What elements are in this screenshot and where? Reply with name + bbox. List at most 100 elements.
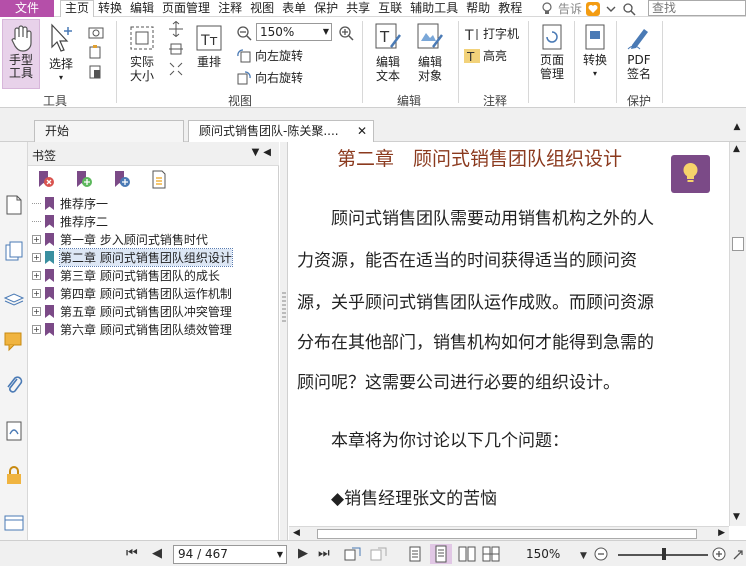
ribbon-search-input[interactable]: 查找 xyxy=(648,0,746,16)
zoom-select[interactable]: 150% ▼ xyxy=(256,23,332,41)
bookmark-item[interactable]: + 第三章 顾问式销售团队的成长 xyxy=(32,266,272,284)
tips-button[interactable] xyxy=(671,155,710,193)
snapshot-tools[interactable] xyxy=(86,25,106,79)
add-bookmark-icon[interactable] xyxy=(74,170,94,190)
bookmark-options-icon[interactable] xyxy=(150,170,170,190)
rotate-left-button[interactable]: 向左旋转 xyxy=(236,47,303,64)
panel-controls[interactable]: ▼◀ xyxy=(252,147,275,158)
document-view[interactable]: 第二章 顾问式销售团队组织设计 顾问式销售团队需要动用销售机构之外的人 力资源，… xyxy=(289,142,729,526)
page-manage-button[interactable]: 页面 管理 xyxy=(532,23,572,81)
zoom-in-icon[interactable] xyxy=(338,25,354,41)
close-icon[interactable]: ✕ xyxy=(357,121,367,141)
facing-pages-icon[interactable] xyxy=(458,546,476,562)
expand-toggle-icon[interactable]: + xyxy=(32,288,41,298)
bookmark-item[interactable]: + 第五章 顾问式销售团队冲突管理 xyxy=(32,302,272,320)
zoom-slider-thumb[interactable] xyxy=(662,548,666,560)
bookmark-item[interactable]: + 第二章 顾问式销售团队组织设计 xyxy=(32,247,272,267)
convert-button[interactable]: 转换 ▾ xyxy=(578,23,612,81)
menu-view[interactable]: 视图 xyxy=(246,0,278,17)
fit-buttons[interactable] xyxy=(166,21,186,77)
continuous-page-icon[interactable] xyxy=(430,544,452,564)
menu-home[interactable]: 主页 xyxy=(60,0,95,17)
menu-convert[interactable]: 转换 xyxy=(94,0,126,17)
attachment-icon[interactable] xyxy=(3,374,25,396)
zoom-out-icon[interactable] xyxy=(236,25,252,41)
scroll-right-icon[interactable]: ▶ xyxy=(718,528,725,538)
panel-splitter[interactable] xyxy=(280,142,288,540)
zoom-level[interactable]: 150% xyxy=(526,547,560,561)
add-child-bookmark-icon[interactable] xyxy=(112,170,132,190)
lock-icon[interactable] xyxy=(3,464,25,486)
zoom-out-icon[interactable] xyxy=(594,547,608,561)
tab-start[interactable]: 开始 xyxy=(34,120,184,142)
comments-icon[interactable] xyxy=(3,330,25,352)
edit-object-icon xyxy=(417,23,443,49)
tab-document[interactable]: 顾问式销售团队-陈关聚.... ✕ xyxy=(188,120,374,142)
expand-toggle-icon[interactable]: + xyxy=(32,234,41,244)
scroll-thumb[interactable] xyxy=(732,237,744,251)
scroll-left-icon[interactable]: ◀ xyxy=(293,528,300,538)
menu-tutorial[interactable]: 教程 xyxy=(494,0,526,17)
page-number-input[interactable]: 94 / 467 ▼ xyxy=(173,545,287,564)
file-menu[interactable]: 文件 xyxy=(0,0,54,17)
ribbon-search-icon[interactable] xyxy=(622,2,636,16)
expand-toggle-icon[interactable]: + xyxy=(32,306,41,316)
menu-help[interactable]: 帮助 xyxy=(462,0,494,17)
typewriter-button[interactable]: T 打字机 xyxy=(464,25,519,42)
prev-page-icon[interactable]: ◀ xyxy=(152,546,162,562)
menu-page-manage[interactable]: 页面管理 xyxy=(158,0,214,17)
actual-size-button[interactable]: 实际 大小 xyxy=(124,23,160,83)
menu-annotate[interactable]: 注释 xyxy=(214,0,246,17)
hand-tool-button[interactable]: 手型 工具 xyxy=(2,19,40,89)
bookmark-item[interactable]: 推荐序二 xyxy=(32,212,272,230)
last-page-icon[interactable]: ⏭ xyxy=(318,546,330,562)
rotate-right-button[interactable]: 向右旋转 xyxy=(236,69,303,86)
edit-object-button[interactable]: 编辑 对象 xyxy=(410,21,450,83)
hscroll-thumb[interactable] xyxy=(317,529,697,539)
scroll-up-icon[interactable]: ▲ xyxy=(733,144,740,154)
bookmark-item[interactable]: + 第六章 顾问式销售团队绩效管理 xyxy=(32,320,272,338)
scroll-down-icon[interactable]: ▼ xyxy=(733,512,740,522)
continuous-facing-icon[interactable] xyxy=(482,546,500,562)
reflow-button[interactable]: Tт 重排 xyxy=(192,23,226,69)
next-view-icon[interactable] xyxy=(370,546,388,562)
zoom-dropdown-icon[interactable]: ▼ xyxy=(580,548,587,564)
edit-text-button[interactable]: T 编辑 文本 xyxy=(370,21,406,83)
menu-share[interactable]: 共享 xyxy=(342,0,374,17)
select-button[interactable]: 选择 ▾ xyxy=(46,23,76,85)
menu-protect[interactable]: 保护 xyxy=(310,0,342,17)
menu-form[interactable]: 表单 xyxy=(278,0,310,17)
chevron-down-icon[interactable] xyxy=(604,2,618,16)
expand-toggle-icon[interactable]: + xyxy=(32,270,41,280)
expand-icon[interactable] xyxy=(732,549,744,561)
signature-panel-icon[interactable] xyxy=(3,420,25,442)
menu-accessibility[interactable]: 辅助工具 xyxy=(406,0,462,17)
pdf-sign-button[interactable]: PDF 签名 xyxy=(620,23,658,81)
vertical-scrollbar[interactable]: ▲ ▼ xyxy=(729,142,746,526)
heart-icon[interactable] xyxy=(586,1,601,16)
first-page-icon[interactable]: ⏮ xyxy=(126,546,138,562)
menu-edit[interactable]: 编辑 xyxy=(126,0,158,17)
bookmark-item[interactable]: + 第一章 步入顾问式销售时代 xyxy=(32,230,272,248)
bookmark-item[interactable]: 推荐序一 xyxy=(32,194,272,212)
form-fields-icon[interactable] xyxy=(3,512,25,534)
zoom-in-icon[interactable] xyxy=(712,547,726,561)
hand-icon xyxy=(11,25,32,52)
expand-toggle-icon[interactable]: + xyxy=(32,324,41,334)
bookmark-item[interactable]: + 第四章 顾问式销售团队运作机制 xyxy=(32,284,272,302)
ribbon-collapse-icon[interactable]: ▲ xyxy=(731,122,743,134)
single-page-icon[interactable] xyxy=(408,546,422,562)
next-page-icon[interactable]: ▶ xyxy=(298,546,308,562)
delete-bookmark-icon[interactable] xyxy=(36,170,56,190)
expand-toggle-icon[interactable]: + xyxy=(32,252,41,262)
menu-connect[interactable]: 互联 xyxy=(374,0,406,17)
lightbulb-icon[interactable] xyxy=(540,1,554,16)
layers-icon[interactable] xyxy=(3,286,25,308)
bookmark-panel-icon[interactable] xyxy=(3,194,25,216)
tell-me-label[interactable]: 告诉 xyxy=(558,0,582,17)
thumbnails-icon[interactable] xyxy=(3,240,25,262)
previous-view-icon[interactable] xyxy=(344,546,362,562)
horizontal-scrollbar[interactable]: ◀ ▶ xyxy=(289,526,729,540)
paste-icon xyxy=(89,65,101,79)
highlight-button[interactable]: T 高亮 xyxy=(464,47,507,64)
